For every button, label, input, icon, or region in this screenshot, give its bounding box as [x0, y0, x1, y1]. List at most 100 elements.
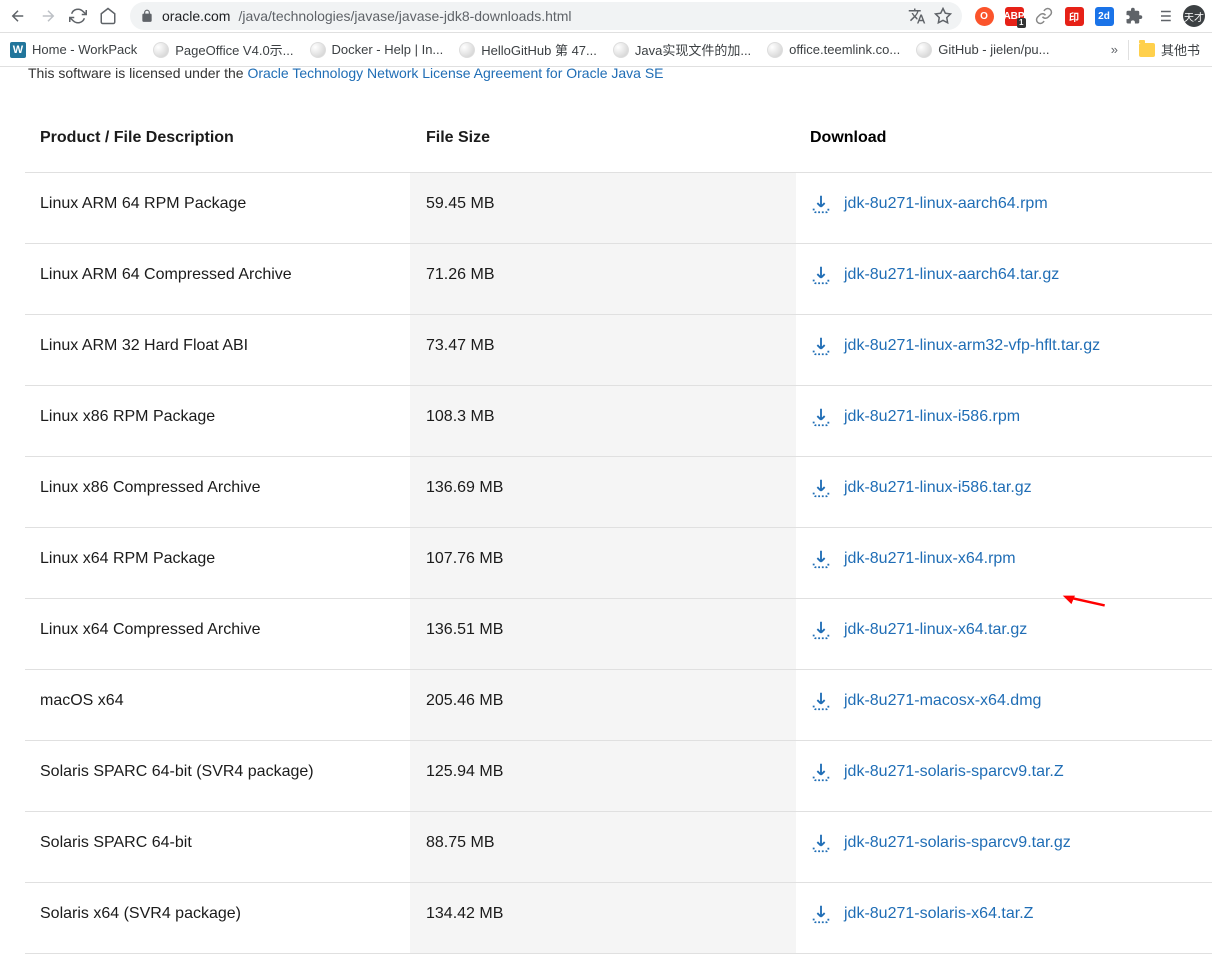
reload-icon: [69, 7, 87, 25]
download-link[interactable]: jdk-8u271-linux-i586.tar.gz: [810, 471, 1182, 499]
download-cell: jdk-8u271-solaris-sparcv9.tar.Z: [796, 741, 1182, 811]
other-bookmarks-label: 其他书: [1161, 40, 1200, 59]
download-filename: jdk-8u271-linux-arm32-vfp-hflt.tar.gz: [844, 337, 1100, 355]
license-text: This software is licensed under the Orac…: [0, 65, 1212, 84]
table-row: Linux ARM 64 RPM Package59.45 MB jdk-8u27…: [25, 173, 1212, 244]
download-link[interactable]: jdk-8u271-linux-aarch64.tar.gz: [810, 258, 1182, 286]
bookmark-label: Java实现文件的加...: [635, 40, 751, 59]
address-bar[interactable]: oracle.com/java/technologies/javase/java…: [130, 2, 962, 30]
url-host: oracle.com: [162, 8, 230, 24]
arrow-left-icon: [9, 7, 27, 25]
download-link[interactable]: jdk-8u271-linux-x64.rpm: [810, 542, 1182, 570]
product-cell: Linux ARM 64 Compressed Archive: [25, 244, 410, 314]
globe-icon: [310, 42, 326, 58]
home-button[interactable]: [96, 4, 120, 28]
bookmark-label: PageOffice V4.0示...: [175, 40, 293, 59]
header-product: Product / File Description: [25, 104, 410, 172]
download-filename: jdk-8u271-linux-aarch64.rpm: [844, 195, 1048, 213]
extension-brave-icon[interactable]: O: [972, 4, 996, 28]
globe-icon: [459, 42, 475, 58]
wordpress-icon: W: [10, 42, 26, 58]
download-filename: jdk-8u271-solaris-x64.tar.Z: [844, 905, 1033, 923]
product-cell: Linux ARM 32 Hard Float ABI: [25, 315, 410, 385]
table-row: Linux x86 Compressed Archive136.69 MBjdk…: [25, 457, 1212, 528]
forward-button[interactable]: [36, 4, 60, 28]
download-filename: jdk-8u271-linux-x64.tar.gz: [844, 621, 1027, 639]
reading-list-button[interactable]: [1152, 4, 1176, 28]
other-bookmarks[interactable]: 其他书: [1133, 36, 1206, 63]
product-cell: macOS x64: [25, 670, 410, 740]
bookmark-item[interactable]: HelloGitHub 第 47...: [453, 36, 603, 63]
download-link[interactable]: jdk-8u271-linux-arm32-vfp-hflt.tar.gz: [810, 329, 1182, 357]
globe-icon: [767, 42, 783, 58]
table-row: Linux ARM 64 Compressed Archive71.26 MB j…: [25, 244, 1212, 315]
download-link[interactable]: jdk-8u271-solaris-x64.tar.Z: [810, 897, 1182, 925]
download-cell: jdk-8u271-linux-aarch64.rpm: [796, 173, 1182, 243]
extensions-button[interactable]: [1122, 4, 1146, 28]
arrow-right-icon: [39, 7, 57, 25]
download-icon: [810, 264, 832, 286]
globe-icon: [153, 42, 169, 58]
download-link[interactable]: jdk-8u271-linux-i586.rpm: [810, 400, 1182, 428]
bookmark-item[interactable]: Java实现文件的加...: [607, 36, 757, 63]
download-filename: jdk-8u271-solaris-sparcv9.tar.gz: [844, 834, 1071, 852]
product-cell: Solaris SPARC 64-bit (SVR4 package): [25, 741, 410, 811]
size-cell: 136.69 MB: [410, 457, 796, 527]
download-link[interactable]: jdk-8u271-linux-x64.tar.gz: [810, 613, 1182, 641]
header-size: File Size: [410, 104, 796, 172]
download-link[interactable]: jdk-8u271-macosx-x64.dmg: [810, 684, 1182, 712]
bookmark-label: Docker - Help | In...: [332, 42, 444, 57]
table-row: Solaris x64 (SVR4 package)134.42 MBjdk-8…: [25, 883, 1212, 954]
bookmark-item[interactable]: PageOffice V4.0示...: [147, 36, 299, 63]
download-icon: [810, 406, 832, 428]
translate-icon[interactable]: [908, 7, 926, 25]
bookmarks-bar: WHome - WorkPack PageOffice V4.0示... Docke…: [0, 33, 1212, 67]
url-path: /java/technologies/javase/javase-jdk8-do…: [238, 8, 571, 24]
size-cell: 107.76 MB: [410, 528, 796, 598]
globe-icon: [613, 42, 629, 58]
download-filename: jdk-8u271-linux-aarch64.tar.gz: [844, 266, 1059, 284]
product-cell: Linux ARM 64 RPM Package: [25, 173, 410, 243]
size-cell: 88.75 MB: [410, 812, 796, 882]
bookmark-item[interactable]: Docker - Help | In...: [304, 38, 450, 62]
size-cell: 59.45 MB: [410, 173, 796, 243]
extension-link-icon[interactable]: [1032, 4, 1056, 28]
download-link[interactable]: jdk-8u271-solaris-sparcv9.tar.Z: [810, 755, 1182, 783]
bookmark-item[interactable]: GitHub - jielen/pu...: [910, 38, 1055, 62]
back-button[interactable]: [6, 4, 30, 28]
product-cell: Linux x64 Compressed Archive: [25, 599, 410, 669]
table-row: macOS x64205.46 MB jdk-8u271-macosx-x64.d…: [25, 670, 1212, 741]
star-icon[interactable]: [934, 7, 952, 25]
license-link[interactable]: Oracle Technology Network License Agreem…: [247, 65, 663, 81]
download-link[interactable]: jdk-8u271-solaris-sparcv9.tar.gz: [810, 826, 1182, 854]
size-cell: 73.47 MB: [410, 315, 796, 385]
download-link[interactable]: jdk-8u271-linux-aarch64.rpm: [810, 187, 1182, 215]
bookmark-item[interactable]: office.teemlink.co...: [761, 38, 906, 62]
download-filename: jdk-8u271-linux-i586.rpm: [844, 408, 1020, 426]
extension-abp-icon[interactable]: ABP1: [1002, 4, 1026, 28]
table-row: Linux x64 Compressed Archive136.51 MBjdk…: [25, 599, 1212, 670]
download-cell: jdk-8u271-linux-aarch64.tar.gz: [796, 244, 1182, 314]
extension-2d-icon[interactable]: 2d: [1092, 4, 1116, 28]
download-icon: [810, 548, 832, 570]
puzzle-icon: [1125, 7, 1143, 25]
globe-icon: [916, 42, 932, 58]
bookmarks-overflow[interactable]: »: [1105, 42, 1124, 57]
product-cell: Linux x86 RPM Package: [25, 386, 410, 456]
profile-avatar[interactable]: 天才: [1182, 4, 1206, 28]
download-filename: jdk-8u271-macosx-x64.dmg: [844, 692, 1041, 710]
reload-button[interactable]: [66, 4, 90, 28]
extension-save-icon[interactable]: 印: [1062, 4, 1086, 28]
size-cell: 125.94 MB: [410, 741, 796, 811]
product-cell: Linux x64 RPM Package: [25, 528, 410, 598]
bookmark-label: GitHub - jielen/pu...: [938, 42, 1049, 57]
product-cell: Solaris x64 (SVR4 package): [25, 883, 410, 953]
size-cell: 205.46 MB: [410, 670, 796, 740]
download-cell: jdk-8u271-linux-x64.tar.gz: [796, 599, 1182, 669]
browser-toolbar: oracle.com/java/technologies/javase/java…: [0, 0, 1212, 33]
bookmark-item[interactable]: WHome - WorkPack: [4, 38, 143, 62]
download-filename: jdk-8u271-linux-x64.rpm: [844, 550, 1016, 568]
download-icon: [810, 193, 832, 215]
download-cell: jdk-8u271-linux-arm32-vfp-hflt.tar.gz: [796, 315, 1182, 385]
size-cell: 71.26 MB: [410, 244, 796, 314]
